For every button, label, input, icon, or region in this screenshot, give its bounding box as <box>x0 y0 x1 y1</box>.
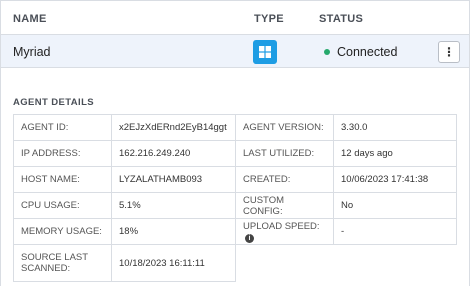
ip-address-label: IP ADDRESS: <box>13 140 112 167</box>
host-name-label: HOST NAME: <box>13 166 112 193</box>
memory-usage-value: 18% <box>111 218 236 245</box>
source-last-scanned-value: 10/18/2023 16:11:11 <box>111 244 236 282</box>
agent-row[interactable]: Myriad Connected ⋮ <box>1 35 469 68</box>
table-row: CPU USAGE: 5.1% CUSTOM CONFIG: No <box>13 192 457 219</box>
agent-name: Myriad <box>13 45 51 59</box>
created-label: CREATED: <box>235 166 334 193</box>
table-row: SOURCE LAST SCANNED: 10/18/2023 16:11:11 <box>13 244 457 282</box>
upload-speed-label: UPLOAD SPEED: <box>243 220 320 232</box>
last-utilized-label: LAST UTILIZED: <box>235 140 334 167</box>
host-name-value: LYZALATHAMB093 <box>111 166 236 193</box>
source-last-scanned-label: SOURCE LAST SCANNED: <box>13 244 112 282</box>
table-row: MEMORY USAGE: 18% UPLOAD SPEED: i - <box>13 218 457 245</box>
empty-cell <box>236 245 334 282</box>
table-row: IP ADDRESS: 162.216.249.240 LAST UTILIZE… <box>13 140 457 167</box>
upload-speed-label-cell: UPLOAD SPEED: i <box>235 218 334 245</box>
agent-version-label: AGENT VERSION: <box>235 114 334 141</box>
info-icon[interactable]: i <box>245 233 254 243</box>
status-indicator-dot <box>324 49 330 55</box>
ip-address-value: 162.216.249.240 <box>111 140 236 167</box>
last-utilized-value: 12 days ago <box>333 140 457 167</box>
agent-details-table: AGENT ID: x2EJzXdERnd2EyB14ggt AGENT VER… <box>13 114 457 282</box>
status-text: Connected <box>337 45 398 59</box>
cpu-usage-label: CPU USAGE: <box>13 192 112 219</box>
agent-details-title: AGENT DETAILS <box>13 97 95 108</box>
table-header: NAME TYPE STATUS <box>1 1 469 35</box>
agents-panel: NAME TYPE STATUS Myriad Connected ⋮ AGEN… <box>0 0 470 286</box>
memory-usage-label: MEMORY USAGE: <box>13 218 112 245</box>
agent-id-value: x2EJzXdERnd2EyB14ggt <box>111 114 236 141</box>
custom-config-label: CUSTOM CONFIG: <box>235 192 334 219</box>
windows-icon <box>253 40 277 64</box>
column-header-status[interactable]: STATUS <box>319 13 363 25</box>
empty-cell <box>334 245 457 282</box>
column-header-type[interactable]: TYPE <box>254 13 284 25</box>
more-options-button[interactable]: ⋮ <box>438 41 460 63</box>
table-row: HOST NAME: LYZALATHAMB093 CREATED: 10/06… <box>13 166 457 193</box>
vertical-ellipsis-icon: ⋮ <box>443 45 455 59</box>
table-row: AGENT ID: x2EJzXdERnd2EyB14ggt AGENT VER… <box>13 114 457 141</box>
agent-id-label: AGENT ID: <box>13 114 112 141</box>
created-value: 10/06/2023 17:41:38 <box>333 166 457 193</box>
custom-config-value: No <box>333 192 457 219</box>
cpu-usage-value: 5.1% <box>111 192 236 219</box>
agent-version-value: 3.30.0 <box>333 114 457 141</box>
upload-speed-value: - <box>333 218 457 245</box>
column-header-name[interactable]: NAME <box>13 13 47 25</box>
